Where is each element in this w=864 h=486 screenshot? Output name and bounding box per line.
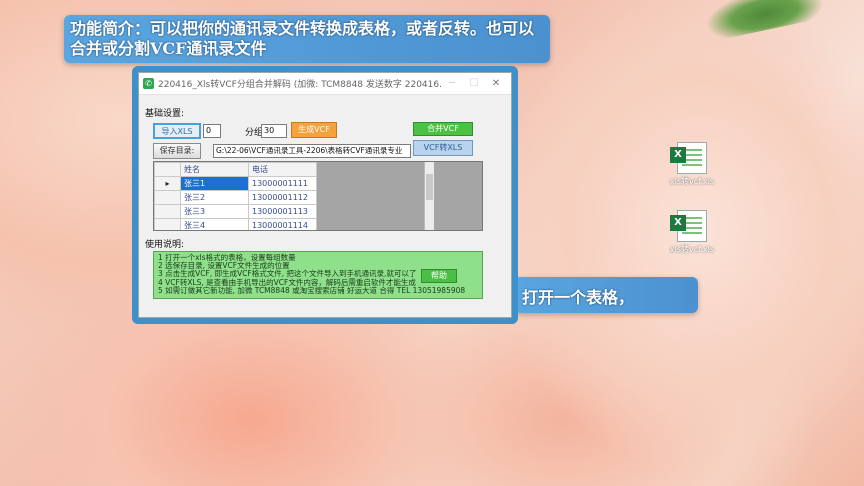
save-path-field[interactable]: G:\22-06\VCF通讯录工具-2206\表格转CVF通讯录专业 xyxy=(213,144,411,158)
cell-name[interactable]: 张三2 xyxy=(180,190,249,205)
row-marker xyxy=(154,204,181,219)
row-marker xyxy=(154,218,181,230)
settings-group-title: 基础设置: xyxy=(145,109,185,119)
caption-top: 功能简介：可以把你的通讯录文件转换成表格，或者反转。也可以合并或分割VCF通讯录… xyxy=(64,15,550,63)
help-button[interactable]: 帮助 xyxy=(421,269,457,283)
table-header-row: 姓名 电话 xyxy=(154,162,317,177)
table-row[interactable]: 张三3 13000001113 xyxy=(154,204,317,219)
cell-phone[interactable]: 13000001112 xyxy=(248,190,317,205)
scrollbar-thumb[interactable] xyxy=(426,174,433,200)
merge-vcf-button[interactable]: 合并VCF xyxy=(413,122,473,136)
app-icon: ✆ xyxy=(143,78,154,89)
minimize-icon[interactable]: ─ xyxy=(441,78,463,89)
cell-phone[interactable]: 13000001113 xyxy=(248,204,317,219)
table-row[interactable]: ▸ 张三1 13000001111 xyxy=(154,176,317,191)
leaf-decoration xyxy=(701,0,827,43)
group-size-field[interactable]: 30 xyxy=(261,124,287,138)
cell-name[interactable]: 张三3 xyxy=(180,204,249,219)
window-title: 220416_Xls转VCF分组合并解码 (加微: TCM8848 发送数字 2… xyxy=(158,80,441,90)
desktop-file-label: xls转vcf.xls xyxy=(669,245,715,254)
excel-file-icon: X xyxy=(670,210,707,242)
column-header-phone[interactable]: 电话 xyxy=(248,162,317,177)
maximize-icon[interactable]: ☐ xyxy=(463,78,485,89)
contacts-grid[interactable]: 姓名 电话 ▸ 张三1 13000001111 张三2 13000001112 … xyxy=(153,161,483,231)
titlebar[interactable]: ✆ 220416_Xls转VCF分组合并解码 (加微: TCM8848 发送数字… xyxy=(139,73,511,95)
table-row[interactable]: 张三4 13000001114 xyxy=(154,218,317,230)
cell-name[interactable]: 张三4 xyxy=(180,218,249,230)
instruction-line: 5 如需订做其它新功能, 加微 TCM8848 或淘宝搜索店铺 好运大道 合得 … xyxy=(158,285,466,295)
vcf-to-xls-button[interactable]: VCF转XLS xyxy=(413,140,473,156)
cell-phone[interactable]: 13000001111 xyxy=(248,176,317,191)
desktop-file-label: xls转vcf.xls xyxy=(669,177,715,186)
desktop-file-xls-2[interactable]: X xls转vcf.xls xyxy=(662,210,722,255)
row-marker: ▸ xyxy=(154,176,181,191)
column-header-name[interactable]: 姓名 xyxy=(180,162,249,177)
app-window: ✆ 220416_Xls转VCF分组合并解码 (加微: TCM8848 发送数字… xyxy=(138,72,512,318)
cell-phone[interactable]: 13000001114 xyxy=(248,218,317,230)
grid-scrollbar[interactable] xyxy=(424,162,434,230)
help-group-title: 使用说明: xyxy=(145,240,185,250)
cell-name[interactable]: 张三1 xyxy=(180,176,249,191)
excel-file-icon: X xyxy=(670,142,707,174)
generate-vcf-button[interactable]: 生成VCF xyxy=(291,122,337,138)
save-directory-button[interactable]: 保存目录: xyxy=(153,143,201,159)
row-marker xyxy=(154,190,181,205)
row-header-corner xyxy=(154,162,181,177)
import-xls-button[interactable]: 导入XLS xyxy=(153,123,201,139)
caption-right: 打开一个表格， xyxy=(514,277,698,313)
table-row[interactable]: 张三2 13000001112 xyxy=(154,190,317,205)
desktop-file-xls-1[interactable]: X xls转vcf.xls xyxy=(662,142,722,187)
app-window-frame: ✆ 220416_Xls转VCF分组合并解码 (加微: TCM8848 发送数字… xyxy=(132,66,518,324)
count-field[interactable]: 0 xyxy=(203,124,221,138)
contacts-table: 姓名 电话 ▸ 张三1 13000001111 张三2 13000001112 … xyxy=(154,162,317,230)
close-icon[interactable]: ✕ xyxy=(485,78,507,89)
